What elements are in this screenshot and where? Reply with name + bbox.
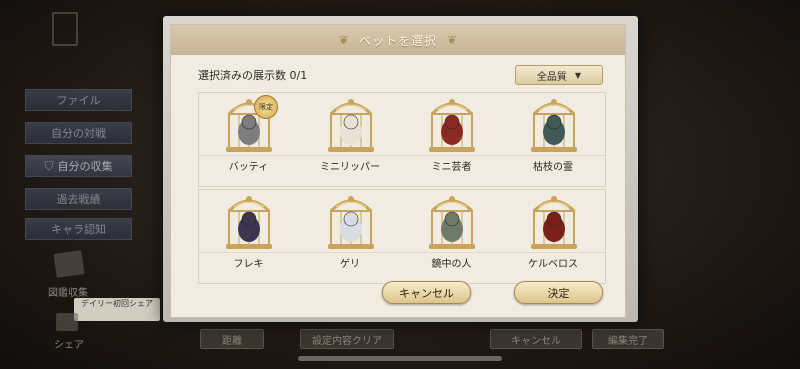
pet-card[interactable]: 鏡中の人 [401, 189, 502, 282]
bg-clear-settings-button[interactable]: 設定内容クリア [300, 329, 394, 349]
share-icon[interactable] [56, 313, 78, 331]
pet-cage-icon [529, 98, 579, 154]
pet-name: フレキ [233, 259, 264, 270]
side-menu-past-records[interactable]: 過去戦績 [25, 188, 132, 210]
dialog-title: ペットを選択 [358, 33, 437, 48]
collection-caption: 図鑑収集 [48, 288, 88, 299]
bg-cancel-button[interactable]: キャンセル [490, 329, 582, 349]
share-label[interactable]: シェア [54, 336, 84, 351]
quality-filter-value: 全品質 [536, 71, 567, 83]
pet-cage-icon [224, 195, 274, 251]
pet-card[interactable]: 限定バッティ [198, 92, 299, 185]
pet-cage-icon [529, 195, 579, 251]
pet-name: バッティ [228, 162, 269, 173]
confirm-button[interactable]: 決定 [514, 281, 603, 304]
pet-cage-icon [326, 195, 376, 251]
pet-cage-icon [326, 98, 376, 154]
pet-cage-icon [427, 98, 477, 154]
pet-card[interactable]: ゲリ [300, 189, 401, 282]
shield-icon: ⛉ [44, 158, 54, 173]
pet-card[interactable]: 枯枝の霊 [503, 92, 604, 185]
laurel-right-icon: ❦ [447, 33, 458, 47]
limited-badge: 限定 [254, 95, 278, 119]
book-icon [53, 250, 85, 278]
pet-card[interactable]: ケルベロス [503, 189, 604, 282]
side-menu-my-matches[interactable]: 自分の対戦 [25, 122, 132, 144]
side-menu-character-recognition[interactable]: キャラ認知 [25, 218, 132, 240]
chevron-down-icon: ▼ [574, 70, 582, 80]
side-menu-file[interactable]: ファイル [25, 89, 132, 111]
pet-name: ミニリッパー [320, 162, 380, 173]
dialog-header: ❦ ペットを選択 ❦ [171, 25, 625, 55]
pet-name: ゲリ [340, 259, 360, 270]
pet-card[interactable]: ミニ芸者 [401, 92, 502, 185]
pet-name: ケルベロス [528, 259, 578, 270]
exit-door-icon[interactable] [52, 12, 78, 46]
home-indicator [298, 356, 502, 361]
bg-edit-done-button[interactable]: 編集完了 [592, 329, 664, 349]
cancel-button[interactable]: キャンセル [382, 281, 471, 304]
bg-distance-button[interactable]: 距離 [200, 329, 264, 349]
pet-name: 鏡中の人 [431, 259, 472, 270]
quality-filter-dropdown[interactable]: 全品質 ▼ [515, 65, 603, 85]
laurel-left-icon: ❦ [338, 33, 349, 47]
daily-share-label: デイリー初回シェア [74, 298, 160, 321]
selected-count: 選択済みの展示数 0/1 [198, 69, 308, 82]
side-menu-my-collection[interactable]: ⛉ 自分の収集 [25, 155, 132, 177]
pet-select-dialog: ❦ ペットを選択 ❦ 選択済みの展示数 0/1 全品質 ▼ 限定 バッティ ミニリッ… [170, 24, 626, 318]
pet-card[interactable]: フレキ [198, 189, 299, 282]
pet-cage-icon [427, 195, 477, 251]
pet-name: ミニ芸者 [431, 162, 472, 173]
pet-card[interactable]: ミニリッパー [300, 92, 401, 185]
side-menu-my-collection-label: 自分の収集 [57, 160, 113, 173]
pet-name: 枯枝の霊 [533, 162, 573, 173]
